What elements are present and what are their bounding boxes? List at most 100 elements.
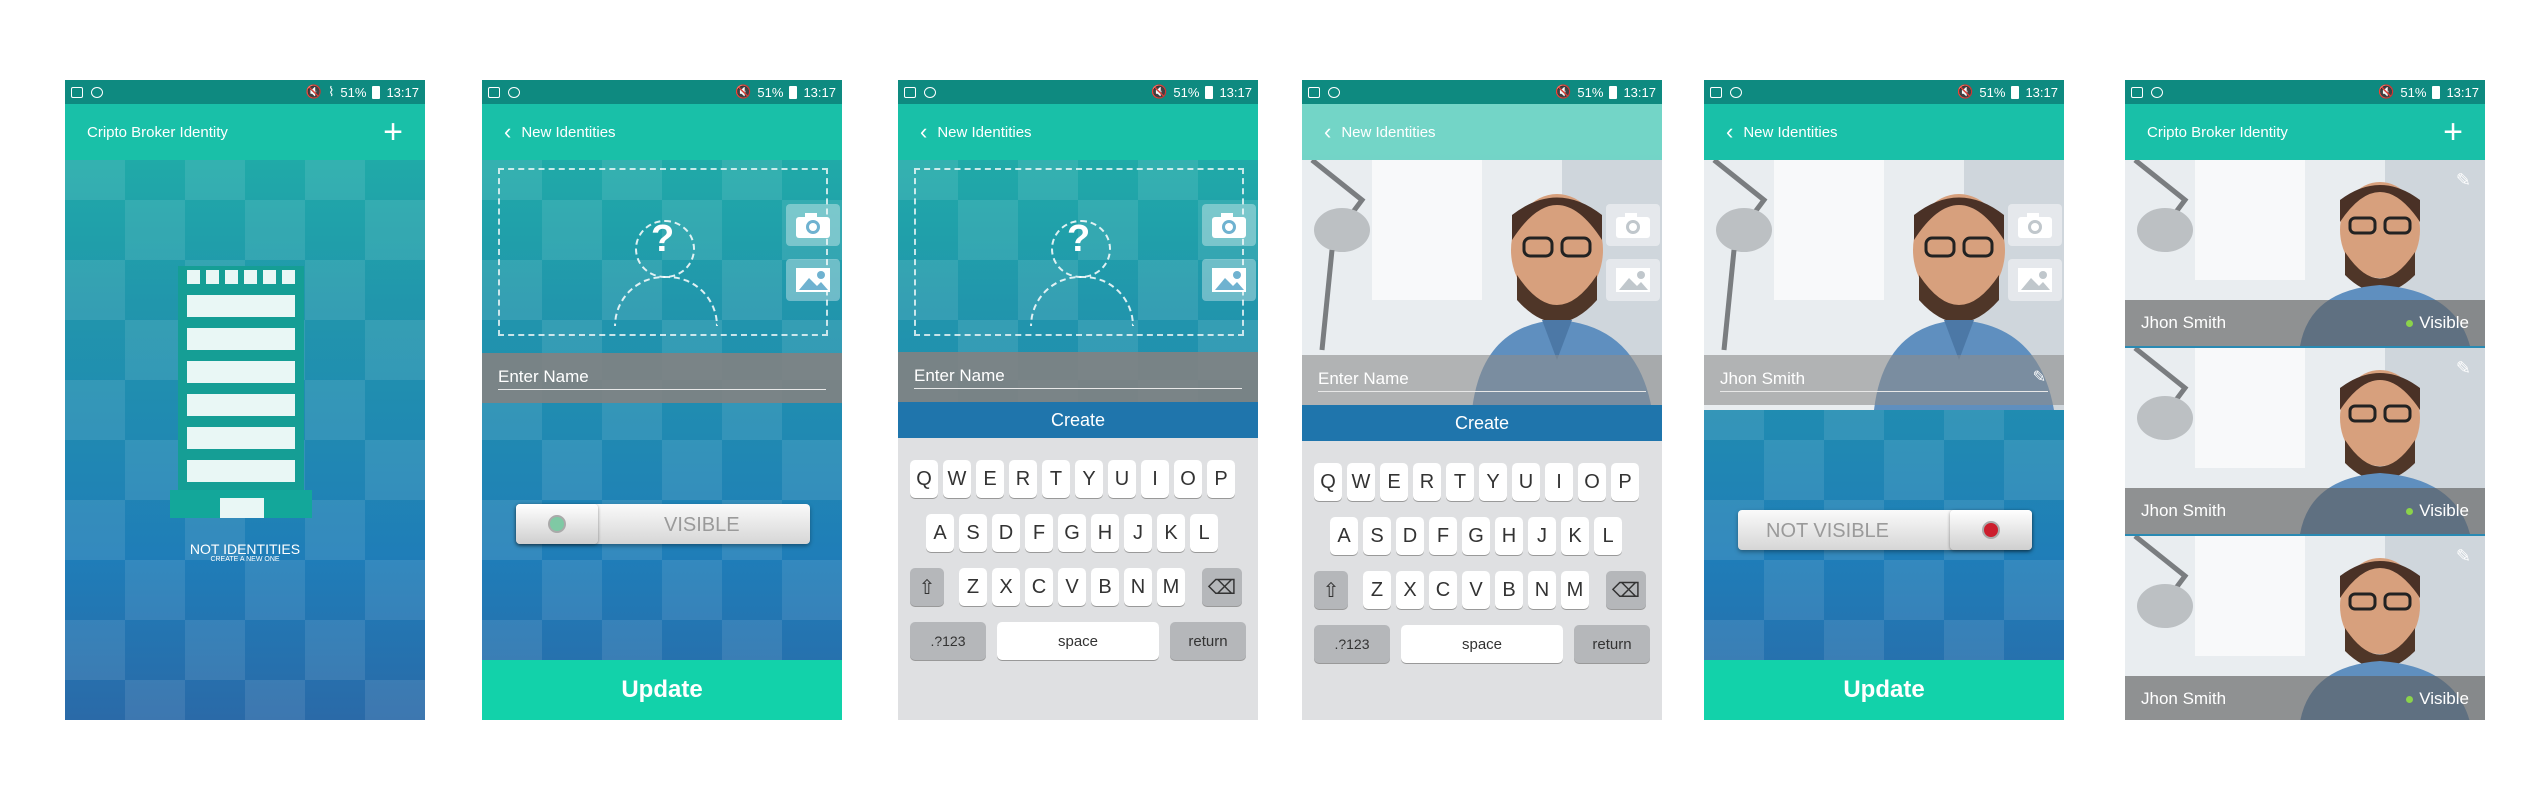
space-key[interactable]: space bbox=[997, 622, 1159, 660]
key[interactable]: Y bbox=[1479, 463, 1507, 501]
list-item[interactable]: ✎ Jhon Smith Visible bbox=[2125, 348, 2485, 534]
key[interactable]: V bbox=[1058, 568, 1086, 606]
key[interactable]: P bbox=[1207, 460, 1235, 498]
status-bar: 🔇 51% 13:17 bbox=[482, 80, 842, 104]
key[interactable]: E bbox=[1380, 463, 1408, 501]
name-field[interactable]: Enter Name bbox=[898, 352, 1258, 402]
photo-placeholder[interactable]: ? bbox=[498, 168, 828, 336]
key[interactable]: T bbox=[1042, 460, 1070, 498]
key[interactable]: U bbox=[1512, 463, 1540, 501]
edit-icon[interactable]: ✎ bbox=[2456, 546, 2471, 567]
key[interactable]: Z bbox=[959, 568, 987, 606]
camera-icon[interactable] bbox=[1606, 204, 1660, 246]
key[interactable]: A bbox=[1330, 517, 1358, 555]
key[interactable]: X bbox=[992, 568, 1020, 606]
key[interactable]: T bbox=[1446, 463, 1474, 501]
toggle-label: VISIBLE bbox=[664, 514, 740, 536]
back-icon[interactable]: ‹ bbox=[504, 121, 511, 143]
gallery-icon[interactable] bbox=[1202, 259, 1256, 301]
key[interactable]: D bbox=[1396, 517, 1424, 555]
camera-icon[interactable] bbox=[2008, 204, 2062, 246]
key[interactable]: J bbox=[1124, 514, 1152, 552]
edit-icon[interactable]: ✎ bbox=[2033, 367, 2046, 387]
key[interactable]: R bbox=[1009, 460, 1037, 498]
key[interactable]: Z bbox=[1363, 571, 1391, 609]
gallery-icon[interactable] bbox=[2008, 259, 2062, 301]
gallery-icon[interactable] bbox=[786, 259, 840, 301]
key[interactable]: S bbox=[1363, 517, 1391, 555]
key[interactable]: J bbox=[1528, 517, 1556, 555]
key[interactable]: I bbox=[1545, 463, 1573, 501]
key[interactable]: I bbox=[1141, 460, 1169, 498]
key[interactable]: X bbox=[1396, 571, 1424, 609]
space-key[interactable]: space bbox=[1401, 625, 1563, 663]
key[interactable]: Q bbox=[910, 460, 938, 498]
name-field[interactable]: Enter Name bbox=[1302, 355, 1662, 405]
create-button[interactable]: Create bbox=[1302, 405, 1662, 441]
back-icon[interactable]: ‹ bbox=[1726, 121, 1733, 143]
key[interactable]: S bbox=[959, 514, 987, 552]
key[interactable]: D bbox=[992, 514, 1020, 552]
update-button[interactable]: Update bbox=[1704, 660, 2064, 720]
return-key[interactable]: return bbox=[1574, 625, 1650, 663]
key[interactable]: L bbox=[1190, 514, 1218, 552]
key[interactable]: L bbox=[1594, 517, 1622, 555]
key[interactable]: G bbox=[1058, 514, 1086, 552]
create-button[interactable]: Create bbox=[898, 402, 1258, 438]
camera-icon[interactable] bbox=[1202, 204, 1256, 246]
shift-icon[interactable]: ⇧ bbox=[1314, 571, 1348, 609]
visibility-toggle[interactable]: NOT VISIBLE bbox=[1738, 510, 2032, 550]
key[interactable]: N bbox=[1124, 568, 1152, 606]
photo-placeholder[interactable]: ? bbox=[914, 168, 1244, 336]
key[interactable]: G bbox=[1462, 517, 1490, 555]
key[interactable]: V bbox=[1462, 571, 1490, 609]
key[interactable]: O bbox=[1174, 460, 1202, 498]
battery-icon bbox=[789, 85, 798, 99]
key[interactable]: F bbox=[1025, 514, 1053, 552]
backspace-icon[interactable]: ⌫ bbox=[1202, 568, 1242, 606]
backspace-icon[interactable]: ⌫ bbox=[1606, 571, 1646, 609]
clock: 13:17 bbox=[1623, 84, 1656, 100]
key[interactable]: F bbox=[1429, 517, 1457, 555]
key[interactable]: M bbox=[1561, 571, 1589, 609]
key[interactable]: K bbox=[1157, 514, 1185, 552]
numbers-key[interactable]: .?123 bbox=[910, 622, 986, 660]
key[interactable]: C bbox=[1025, 568, 1053, 606]
list-item[interactable]: ✎ Jhon Smith Visible bbox=[2125, 160, 2485, 346]
key[interactable]: K bbox=[1561, 517, 1589, 555]
key[interactable]: A bbox=[926, 514, 954, 552]
status-bar: 🔇 51% 13:17 bbox=[898, 80, 1258, 104]
gallery-icon[interactable] bbox=[1606, 259, 1660, 301]
edit-icon[interactable]: ✎ bbox=[2456, 170, 2471, 191]
visibility-toggle[interactable]: VISIBLE bbox=[516, 504, 810, 544]
key[interactable]: H bbox=[1495, 517, 1523, 555]
key[interactable]: H bbox=[1091, 514, 1119, 552]
list-item[interactable]: ✎ Jhon Smith Visible bbox=[2125, 536, 2485, 720]
key[interactable]: Q bbox=[1314, 463, 1342, 501]
key[interactable]: P bbox=[1611, 463, 1639, 501]
key[interactable]: N bbox=[1528, 571, 1556, 609]
update-button[interactable]: Update bbox=[482, 660, 842, 720]
key[interactable]: C bbox=[1429, 571, 1457, 609]
shift-icon[interactable]: ⇧ bbox=[910, 568, 944, 606]
key[interactable]: O bbox=[1578, 463, 1606, 501]
plus-icon[interactable]: + bbox=[2443, 115, 2463, 149]
key[interactable]: U bbox=[1108, 460, 1136, 498]
back-icon[interactable]: ‹ bbox=[920, 121, 927, 143]
keyboard: Q W E R T Y U I O P A S D F G H J K L ⇧ … bbox=[898, 438, 1258, 720]
edit-icon[interactable]: ✎ bbox=[2456, 358, 2471, 379]
back-icon[interactable]: ‹ bbox=[1324, 121, 1331, 143]
key[interactable]: B bbox=[1495, 571, 1523, 609]
key[interactable]: W bbox=[1347, 463, 1375, 501]
key[interactable]: R bbox=[1413, 463, 1441, 501]
camera-icon[interactable] bbox=[786, 204, 840, 246]
name-field[interactable]: Enter Name bbox=[482, 353, 842, 403]
key[interactable]: W bbox=[943, 460, 971, 498]
return-key[interactable]: return bbox=[1170, 622, 1246, 660]
key[interactable]: B bbox=[1091, 568, 1119, 606]
key[interactable]: M bbox=[1157, 568, 1185, 606]
key[interactable]: Y bbox=[1075, 460, 1103, 498]
key[interactable]: E bbox=[976, 460, 1004, 498]
numbers-key[interactable]: .?123 bbox=[1314, 625, 1390, 663]
name-field[interactable]: Jhon Smith ✎ bbox=[1704, 355, 2064, 405]
